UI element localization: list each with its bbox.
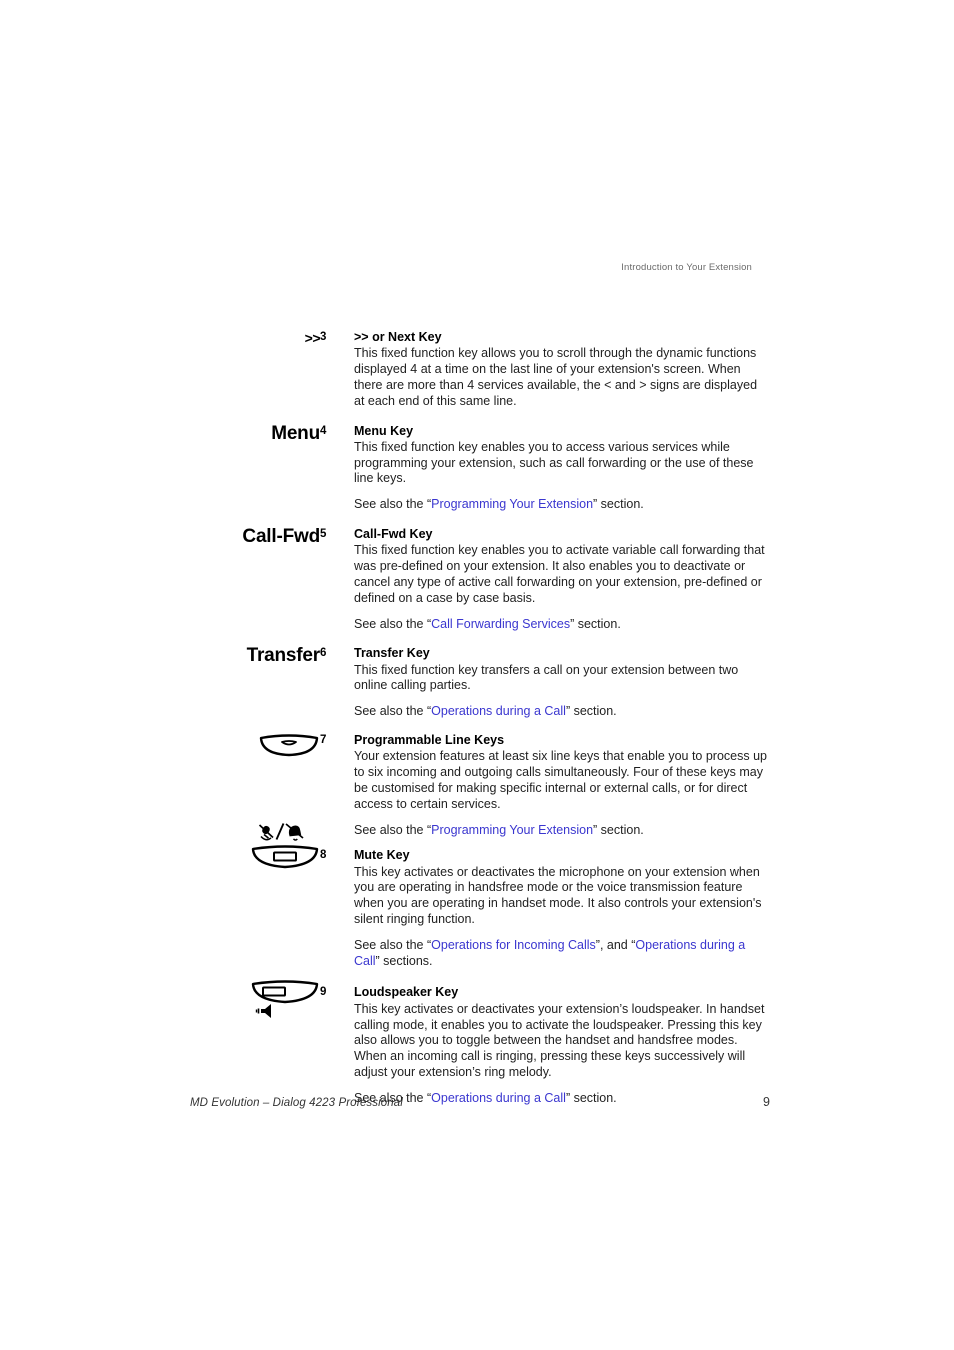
key-see-also: See also the “Programming Your Extension…: [354, 823, 770, 839]
microphone-muted-glyph: [258, 824, 274, 841]
see-also-suffix: ” section.: [570, 616, 621, 631]
key-title: Transfer Key: [354, 646, 430, 661]
key-number: 5: [320, 528, 327, 540]
mute-key-icon-svg: [251, 823, 319, 869]
key-entry-menu: Menu 4 Menu Key This fixed function key …: [190, 424, 770, 514]
footer-page-number: 9: [763, 1095, 770, 1109]
page-footer: MD Evolution – Dialog 4223 Professional …: [190, 1095, 770, 1109]
key-see-also: See also the “Operations during a Call” …: [354, 704, 770, 720]
see-also-suffix: ” sections.: [375, 953, 433, 968]
see-also-suffix: ” section.: [593, 822, 644, 837]
key-see-also: See also the “Operations for Incoming Ca…: [354, 938, 770, 970]
key-label-cell: [190, 823, 320, 874]
key-body: This fixed function key enables you to a…: [354, 543, 765, 605]
key-label-cell: Call-Fwd: [190, 527, 320, 547]
xref-link[interactable]: Programming Your Extension: [431, 823, 593, 837]
key-entry-next: >> 3 >> or Next Key This fixed function …: [190, 330, 770, 410]
xref-link[interactable]: Call Forwarding Services: [431, 617, 570, 631]
key-see-also: See also the “Call Forwarding Services” …: [354, 617, 770, 633]
key-entry-call-fwd: Call-Fwd 5 Call-Fwd Key This fixed funct…: [190, 527, 770, 632]
key-body: This fixed function key transfers a call…: [354, 662, 739, 693]
key-number: 6: [320, 647, 327, 660]
xref-link[interactable]: Programming Your Extension: [431, 497, 593, 511]
key-description: Transfer Key This fixed function key tra…: [354, 646, 770, 720]
key-title: Mute Key: [354, 848, 410, 863]
key-number: 8: [320, 849, 327, 862]
key-title: >> or Next Key: [354, 330, 442, 344]
speaker-glyph: [255, 1004, 271, 1019]
xref-link[interactable]: Operations for Incoming Calls: [431, 938, 596, 952]
see-also-prefix: See also the “: [354, 616, 432, 631]
key-label-cell: Menu: [190, 424, 320, 444]
key-label-cell: [190, 980, 320, 1023]
key-entry-transfer: Transfer 6 Transfer Key This fixed funct…: [190, 646, 770, 720]
key-body: This key activates or deactivates the mi…: [354, 864, 762, 926]
key-descriptions-list: >> 3 >> or Next Key This fixed function …: [190, 330, 770, 1107]
key-number: 9: [320, 986, 327, 999]
key-body: This key activates or deactivates your e…: [354, 1001, 765, 1079]
line-key-icon: [258, 734, 320, 758]
key-body: This fixed function key enables you to a…: [354, 439, 754, 486]
see-also-prefix: See also the “: [354, 937, 432, 952]
running-header: Introduction to Your Extension: [621, 262, 752, 273]
line-key-icon-svg: [259, 734, 319, 757]
key-description: Menu Key This fixed function key enables…: [354, 424, 770, 514]
key-see-also: See also the “Programming Your Extension…: [354, 497, 770, 513]
key-description: Mute Key This key activates or deactivat…: [354, 848, 770, 969]
key-number: 7: [320, 734, 327, 746]
key-label-cell: >>: [190, 330, 321, 348]
key-description: Programmable Line Keys Your extension fe…: [354, 733, 770, 838]
see-also-prefix: See also the “: [354, 822, 432, 837]
key-label-transfer: Transfer: [246, 645, 321, 667]
key-entry-loudspeaker: 9 Loudspeaker Key This key activates or …: [190, 980, 770, 1106]
mute-key-icon: [250, 822, 320, 874]
key-number: 4: [320, 424, 327, 437]
key-body: This fixed function key allows you to sc…: [354, 346, 758, 408]
see-also-prefix: See also the “: [354, 704, 432, 719]
key-body: Your extension features at least six lin…: [354, 749, 767, 811]
key-title: Menu Key: [354, 423, 414, 438]
see-also-suffix: ” section.: [593, 497, 644, 512]
key-title: Loudspeaker Key: [354, 985, 459, 1000]
key-description: Loudspeaker Key This key activates or de…: [354, 985, 770, 1106]
key-label-cell: [190, 733, 320, 758]
loudspeaker-key-icon-svg: [251, 980, 319, 1019]
key-label-menu: Menu: [271, 422, 320, 444]
key-description: >> or Next Key This fixed function key a…: [354, 330, 770, 410]
ringer-muted-glyph: [285, 823, 304, 842]
key-description: Call-Fwd Key This fixed function key ena…: [354, 527, 770, 632]
see-also-prefix: See also the “: [354, 497, 432, 512]
footer-document-title: MD Evolution – Dialog 4223 Professional: [190, 1097, 403, 1109]
loudspeaker-key-icon: [250, 977, 320, 1023]
key-label-call-fwd: Call-Fwd: [242, 526, 320, 547]
xref-link[interactable]: Operations during a Call: [431, 704, 566, 718]
key-number: 3: [320, 331, 327, 343]
key-label-next: >>: [304, 330, 321, 346]
key-title: Call-Fwd Key: [354, 527, 433, 541]
see-also-middle: ”, and “: [595, 937, 636, 952]
see-also-suffix: ” section.: [565, 704, 617, 719]
document-page: Introduction to Your Extension >> 3 >> o…: [0, 0, 954, 1350]
key-label-cell: Transfer: [190, 645, 321, 667]
key-entry-mute: 8 Mute Key This key activates or deactiv…: [190, 823, 770, 969]
key-title: Programmable Line Keys: [354, 733, 505, 747]
